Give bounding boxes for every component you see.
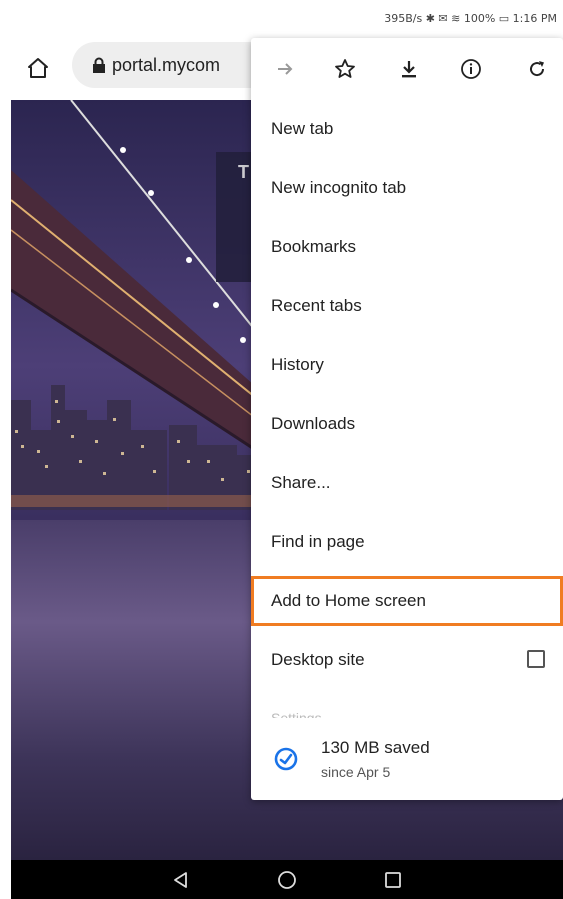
status-text: 395B/s ✱ ✉ ≋ 100% ▭ 1:16 PM [384, 11, 557, 25]
recents-square-icon [385, 871, 401, 888]
menu-item-label: Desktop site [271, 650, 365, 669]
menu-item-new-incognito-tab[interactable]: New incognito tab [251, 163, 563, 213]
nav-recents-button[interactable] [379, 866, 407, 894]
home-circle-icon [278, 870, 296, 889]
menu-item-label: Share... [271, 473, 331, 492]
menu-item-downloads[interactable]: Downloads [251, 399, 563, 449]
data-saved-amount: 130 MB saved [321, 738, 430, 757]
data-saver-gauge-icon [274, 747, 298, 771]
menu-item-find-in-page[interactable]: Find in page [251, 517, 563, 567]
back-triangle-icon [174, 871, 187, 888]
lock-icon [92, 57, 106, 73]
info-icon [461, 59, 481, 79]
bookmark-button[interactable] [331, 55, 359, 83]
menu-item-desktop-site[interactable]: Desktop site [251, 635, 563, 685]
star-icon [335, 59, 355, 78]
download-button[interactable] [395, 55, 423, 83]
status-bar: 395B/s ✱ ✉ ≋ 100% ▭ 1:16 PM [0, 0, 563, 36]
menu-item-label: Find in page [271, 532, 365, 551]
menu-item-label: Bookmarks [271, 237, 357, 256]
overflow-menu: New tab New incognito tab Bookmarks Rece… [251, 38, 563, 800]
menu-item-settings[interactable]: Settings [271, 710, 322, 718]
home-icon [28, 58, 48, 78]
nav-back-button[interactable] [167, 866, 195, 894]
menu-item-label: Recent tabs [271, 296, 362, 315]
menu-item-share[interactable]: Share... [251, 458, 563, 508]
menu-item-bookmarks[interactable]: Bookmarks [251, 222, 563, 272]
reload-button[interactable] [523, 55, 551, 83]
page-info-button[interactable] [457, 55, 485, 83]
download-icon [402, 61, 416, 78]
forward-button[interactable] [271, 55, 299, 83]
home-button[interactable] [24, 54, 52, 82]
menu-item-new-tab[interactable]: New tab [251, 104, 563, 154]
data-saver-summary[interactable]: 130 MB saved since Apr 5 [251, 728, 563, 790]
site-card-initial: T [238, 162, 249, 182]
menu-item-label: Add to Home screen [271, 591, 426, 610]
nav-home-button[interactable] [273, 866, 301, 894]
menu-item-label: New tab [271, 119, 334, 138]
menu-item-add-to-home-screen[interactable]: Add to Home screen [251, 576, 563, 626]
menu-action-row [251, 38, 563, 100]
menu-item-label: Downloads [271, 414, 356, 433]
forward-icon [278, 63, 293, 75]
menu-item-label: History [271, 355, 324, 374]
data-saved-since: since Apr 5 [321, 764, 391, 780]
menu-item-recent-tabs[interactable]: Recent tabs [251, 281, 563, 331]
refresh-icon [530, 61, 545, 77]
url-text: portal.mycom [112, 54, 221, 75]
menu-item-label: New incognito tab [271, 178, 407, 197]
menu-item-history[interactable]: History [251, 340, 563, 390]
desktop-site-checkbox[interactable] [527, 650, 545, 668]
system-navigation-bar [11, 860, 563, 899]
